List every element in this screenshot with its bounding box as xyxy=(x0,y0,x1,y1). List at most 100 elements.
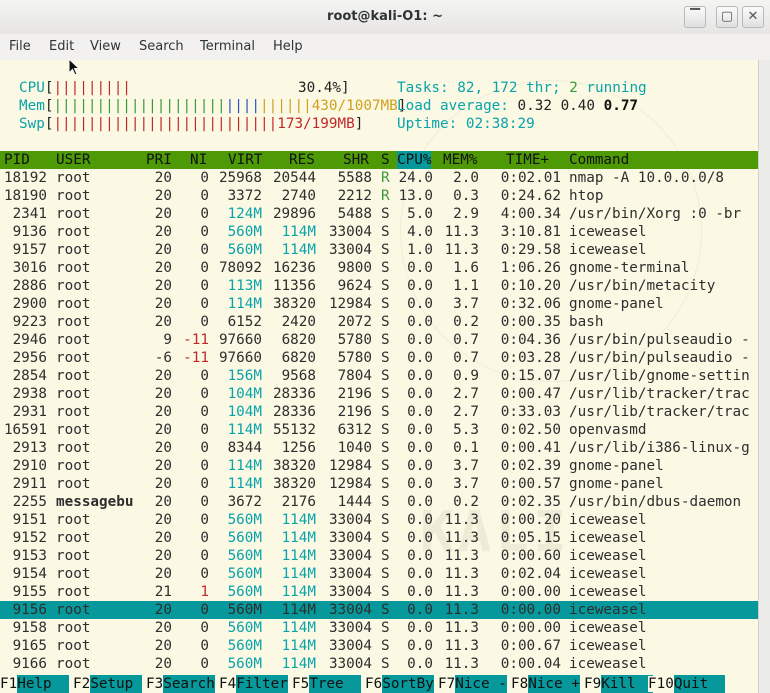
terminal-area[interactable]: KALI CPU[||||||||| 30.4%] Mem[||||||||||… xyxy=(0,60,758,693)
table-row[interactable]: 2931 root 20 0 104M 28336 2196 S 0.0 2.7 0:33.03/u… xyxy=(0,403,758,421)
table-row[interactable]: 9157 root 20 0 560M 114M 33004 S 1.0 11.3 0:29.58 i… xyxy=(0,241,758,259)
table-row[interactable]: 2900 root 20 0 114M 38320 12984 S 0.0 3.7 0:32.06 g… xyxy=(0,295,758,313)
cell-pid: 9152 xyxy=(12,530,47,546)
table-row-selected[interactable]: 9156 root 20 0 560M 114M 33004 S 0.0 11.3 0:00.00 i… xyxy=(0,601,758,619)
fkey-f7[interactable]: F7Nice - xyxy=(438,675,507,693)
table-row[interactable]: 9223 root 20 0 6152 2420 2072 S 0.0 0.2 0:00.35 bas… xyxy=(0,313,758,331)
table-row[interactable]: 9153 root 20 0 560M 114M 33004 S 0.0 11.3 0:00.60 i… xyxy=(0,547,758,565)
col-cpu[interactable]: CPU% xyxy=(397,151,432,169)
table-row[interactable]: 2854 root 20 0 156M 9568 7804 S 0.0 0.9 0:15.07/us… xyxy=(0,367,758,385)
cell-state: S xyxy=(381,476,390,492)
fkey-code: F7 xyxy=(438,676,456,692)
minimize-button[interactable]: ▔ xyxy=(684,6,706,28)
cell-ni: 0 xyxy=(200,278,209,294)
cell-mem: 11.3 xyxy=(444,512,479,528)
cell-shr: 5780 xyxy=(337,332,372,348)
col-shr[interactable]: SHR xyxy=(343,151,369,169)
table-row[interactable]: 18192 root 20 0 25968 20544 5588 R 24.0 2.0 0:02.0… xyxy=(0,169,758,187)
table-row[interactable]: 2911 root 20 0 114M 38320 12984 S 0.0 3.7 0:00.57 g… xyxy=(0,475,758,493)
load-5: 0.40 xyxy=(560,98,595,114)
col-command[interactable]: Command xyxy=(569,151,629,169)
cell-shr: 7804 xyxy=(337,368,372,384)
cell-pid: 9155 xyxy=(12,584,47,600)
cell-pri: 20 xyxy=(154,206,172,222)
cell-mem: 0.2 xyxy=(453,314,479,330)
cell-virt: 560M xyxy=(227,548,262,564)
table-row[interactable]: 9151 root 20 0 560M 114M 33004 S 0.0 11.3 0:00.20 i… xyxy=(0,511,758,529)
cell-pri: -6 xyxy=(154,350,172,366)
table-row[interactable]: 2913 root 20 0 8344 1256 1040 S 0.0 0.1 0:00.41/us… xyxy=(0,439,758,457)
menu-edit[interactable]: Edit xyxy=(49,39,74,54)
col-s[interactable]: S xyxy=(381,151,390,169)
title-bar[interactable]: root@kali-O1: ~ ▔ ▢ ✕ xyxy=(0,0,770,34)
table-row[interactable]: 2938 root 20 0 104M 28336 2196 S 0.0 2.7 0:00.47/u… xyxy=(0,385,758,403)
table-row[interactable]: 9154 root 20 0 560M 114M 33004 S 0.0 11.3 0:02.04 i… xyxy=(0,565,758,583)
table-row[interactable]: 2910 root 20 0 114M 38320 12984 S 0.0 3.7 0:02.39 g… xyxy=(0,457,758,475)
cell-user: root xyxy=(56,422,91,438)
cell-res: 114M xyxy=(281,638,316,654)
table-row[interactable]: 9158 root 20 0 560M 114M 33004 S 0.0 11.3 0:00.00 i… xyxy=(0,619,758,637)
table-row[interactable]: 9152 root 20 0 560M 114M 33004 S 0.0 11.3 0:05.15 i… xyxy=(0,529,758,547)
fkey-f8[interactable]: F8Nice + xyxy=(511,675,580,693)
col-time[interactable]: TIME+ xyxy=(506,151,549,169)
fkey-f5[interactable]: F5Tree xyxy=(292,675,361,693)
cell-shr: 33004 xyxy=(328,602,372,618)
table-row[interactable]: 9136 root 20 0 560M 114M 33004 S 4.0 11.3 3:10.81 i… xyxy=(0,223,758,241)
menu-view[interactable]: View xyxy=(90,39,121,54)
cell-user: root xyxy=(56,278,91,294)
cell-time: 0:02.50 xyxy=(500,422,561,438)
col-user[interactable]: USER xyxy=(56,151,90,169)
fkey-f4[interactable]: F4Filter xyxy=(219,675,288,693)
cell-mem: 11.3 xyxy=(444,242,479,258)
cell-user: root xyxy=(56,260,91,276)
cell-cpu: 0.0 xyxy=(407,602,433,618)
fkey-f10[interactable]: F10Quit xyxy=(648,675,726,693)
menu-file[interactable]: File xyxy=(9,39,31,54)
fkey-f6[interactable]: F6SortBy xyxy=(365,675,434,693)
cell-user: root xyxy=(56,476,91,492)
table-row[interactable]: 9166 root 20 0 560M 114M 33004 S 0.0 11.3 0:00.04 i… xyxy=(0,655,758,673)
table-row[interactable]: 9165 root 20 0 560M 114M 33004 S 0.0 11.3 0:00.67 i… xyxy=(0,637,758,655)
cell-pid: 9136 xyxy=(12,224,47,240)
table-row[interactable]: 2341 root 20 0 124M 29896 5488 S 5.0 2.9 4:00.34/u… xyxy=(0,205,758,223)
cell-virt: 560M xyxy=(227,620,262,636)
cell-mem: 2.7 xyxy=(453,386,479,402)
col-pri[interactable]: PRI xyxy=(146,151,172,169)
load-label: Load average: xyxy=(397,98,509,114)
close-button[interactable]: ✕ xyxy=(742,6,764,28)
fkey-f1[interactable]: F1Help xyxy=(0,675,69,693)
col-ni[interactable]: NI xyxy=(190,151,207,169)
cell-state: S xyxy=(381,620,390,636)
cell-ni: 1 xyxy=(200,584,209,600)
col-pid[interactable]: PID xyxy=(4,151,30,169)
cell-state: S xyxy=(381,260,390,276)
table-row[interactable]: 9155 root 21 1 560M 114M 33004 S 0.0 11.3 0:00.00 i… xyxy=(0,583,758,601)
col-mem[interactable]: MEM% xyxy=(443,151,477,169)
menu-search[interactable]: Search xyxy=(139,39,184,54)
col-virt[interactable]: VIRT xyxy=(228,151,262,169)
fkey-f9[interactable]: F9Kill xyxy=(584,675,653,693)
table-row[interactable]: 2886 root 20 0 113M 11356 9624 S 0.0 1.1 0:10.20/u… xyxy=(0,277,758,295)
cell-cpu: 0.0 xyxy=(407,458,433,474)
terminal-scrollbar[interactable] xyxy=(758,60,770,693)
table-row[interactable]: 18190 root 20 0 3372 2740 2212 R 13.0 0.3 0:24.62 h… xyxy=(0,187,758,205)
table-row[interactable]: 2956 root -6 -11 97660 6820 5780 S 0.0 0.7 0:03.28… xyxy=(0,349,758,367)
cell-command: /usr/bin/pulseaudio - xyxy=(569,350,750,366)
table-row[interactable]: 2946 root 9 -11 97660 6820 5780 S 0.0 0.7 0:04.36 /… xyxy=(0,331,758,349)
fkey-code: F1 xyxy=(0,676,18,692)
maximize-button[interactable]: ▢ xyxy=(716,6,738,28)
menu-help[interactable]: Help xyxy=(273,39,303,54)
table-row[interactable]: 3016 root 20 0 78092 16236 9800 S 0.0 1.6 1:06.26 g… xyxy=(0,259,758,277)
cell-command: gnome-panel xyxy=(569,296,664,312)
fkey-f2[interactable]: F2Setup xyxy=(73,675,142,693)
cell-shr: 6312 xyxy=(337,422,372,438)
fkey-f3[interactable]: F3Search xyxy=(146,675,215,693)
table-row[interactable]: 16591 root 20 0 114M 55132 6312 S 0.0 5.3 0:02.50 o… xyxy=(0,421,758,439)
menu-terminal[interactable]: Terminal xyxy=(200,39,255,54)
col-res[interactable]: RES xyxy=(289,151,315,169)
cell-state: S xyxy=(381,584,390,600)
cell-pri: 20 xyxy=(154,170,172,186)
cell-virt: 114M xyxy=(227,422,262,438)
table-row[interactable]: 2255 messagebu 20 0 3672 2176 1444 S 0.0 0.2 0:02.… xyxy=(0,493,758,511)
cell-state: S xyxy=(381,242,390,258)
